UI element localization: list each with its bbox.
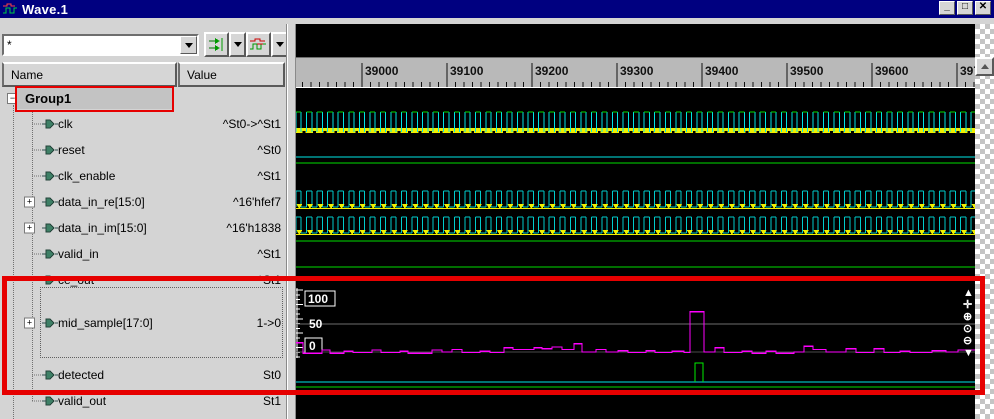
minimize-button[interactable]: _ — [939, 1, 955, 15]
signal-port-icon — [42, 396, 58, 406]
svg-text:39600: 39600 — [875, 64, 909, 78]
signal-value: St0 — [263, 368, 281, 382]
signal-value: ^St0->^St1 — [223, 117, 281, 131]
timeline-ruler[interactable]: 39000 39100 39200 39300 39400 39500 39600 397 — [296, 57, 975, 88]
signal-port-icon — [42, 197, 58, 207]
signal-name: data_in_im[15:0] — [58, 221, 147, 235]
svg-text:39500: 39500 — [790, 64, 824, 78]
signal-row-valid_in[interactable]: valid_in ^St1 — [0, 241, 286, 267]
svg-text:397: 397 — [960, 64, 975, 78]
analog-zoom-out-icon[interactable]: ⊖ — [963, 335, 972, 347]
signal-value: ^St0 — [257, 143, 281, 157]
signal-row-data_in_im150[interactable]: + data_in_im[15:0] ^16'h1838 — [0, 215, 286, 241]
signal-row-mid_sample170[interactable]: + mid_sample[17:0] 1->0 — [0, 287, 286, 358]
wave-app-icon — [2, 2, 18, 16]
signal-port-icon — [42, 249, 58, 259]
svg-text:100: 100 — [308, 292, 328, 306]
analog-zoom-in-icon[interactable]: ⊕ — [963, 311, 972, 323]
expand-toggle[interactable]: + — [24, 223, 35, 234]
signal-row-reset[interactable]: reset ^St0 — [0, 137, 286, 163]
svg-text:0: 0 — [309, 339, 316, 353]
signal-name: clk_enable — [58, 169, 115, 183]
waveform-canvas: 100 50 0 ▲✛⊕⊙⊖▼ — [296, 88, 975, 419]
ruler-canvas: 39000 39100 39200 39300 39400 39500 39600 397 — [296, 58, 975, 88]
analog-pan-icon[interactable]: ✛ — [963, 299, 972, 311]
expand-toggle[interactable]: + — [24, 317, 35, 328]
wave-mid_sample — [296, 312, 975, 354]
signal-name: valid_in — [58, 247, 99, 261]
signal-tree: − Group1 clk^St0->^St1reset^St0clk_enabl… — [0, 24, 286, 419]
signal-value: ^St1 — [257, 169, 281, 183]
signal-value: ^16'h1838 — [226, 221, 281, 235]
signal-name: clk — [58, 117, 73, 131]
transparency-checker-strip — [975, 24, 994, 419]
signal-port-icon — [42, 119, 58, 129]
signal-value: ^16'hfef7 — [233, 195, 281, 209]
signal-port-icon — [42, 275, 58, 285]
signal-row-valid_out[interactable]: valid_out St1 — [0, 388, 286, 414]
signal-value: ^St1 — [257, 273, 281, 287]
signal-port-icon — [42, 171, 58, 181]
signal-name: ce_out — [58, 273, 94, 287]
signal-name: detected — [58, 368, 104, 382]
signal-panel: Name Value − Group1 clk^St0->^St1reset^S… — [0, 24, 286, 419]
signal-name: data_in_re[15:0] — [58, 195, 145, 209]
wave-detected-pulse — [695, 363, 703, 382]
svg-text:39000: 39000 — [365, 64, 399, 78]
waveform-area[interactable]: 100 50 0 ▲✛⊕⊙⊖▼ — [296, 88, 975, 419]
svg-text:39100: 39100 — [450, 64, 484, 78]
signal-row-data_in_re150[interactable]: + data_in_re[15:0] ^16'hfef7 — [0, 189, 286, 215]
signal-port-icon — [42, 318, 58, 328]
analog-scroll-up-icon[interactable]: ▲ — [963, 287, 974, 299]
signal-port-icon — [42, 370, 58, 380]
svg-text:39400: 39400 — [705, 64, 739, 78]
group-row[interactable]: Group1 — [17, 88, 172, 109]
analog-scroll-down-icon[interactable]: ▼ — [963, 347, 974, 359]
svg-text:50: 50 — [309, 317, 323, 331]
title-bar[interactable]: Wave.1 _ □ ✕ — [0, 0, 994, 18]
signal-row-detected[interactable]: detected St0 — [0, 362, 286, 388]
signal-port-icon — [42, 223, 58, 233]
signal-row-clk_enable[interactable]: clk_enable ^St1 — [0, 163, 286, 189]
signal-name: valid_out — [58, 394, 106, 408]
signal-name: reset — [58, 143, 85, 157]
svg-text:39200: 39200 — [535, 64, 569, 78]
signal-value: ^St1 — [257, 247, 281, 261]
expand-toggle[interactable]: + — [24, 197, 35, 208]
maximize-button[interactable]: □ — [957, 1, 973, 15]
group-label: Group1 — [25, 91, 71, 106]
wave-window: { "window": { "title": "Wave.1", "contro… — [0, 0, 994, 419]
panel-splitter[interactable] — [286, 24, 296, 419]
svg-text:39300: 39300 — [620, 64, 654, 78]
signal-value: 1->0 — [257, 316, 281, 330]
signal-row-clk[interactable]: clk ^St0->^St1 — [0, 111, 286, 137]
signal-value: St1 — [263, 394, 281, 408]
scroll-up-button[interactable] — [975, 57, 994, 76]
close-button[interactable]: ✕ — [975, 1, 991, 15]
window-title: Wave.1 — [22, 2, 68, 17]
analog-zoom-full-icon[interactable]: ⊙ — [963, 323, 972, 335]
arrow-up-icon — [981, 60, 989, 69]
signal-name: mid_sample[17:0] — [58, 316, 153, 330]
signal-port-icon — [42, 145, 58, 155]
